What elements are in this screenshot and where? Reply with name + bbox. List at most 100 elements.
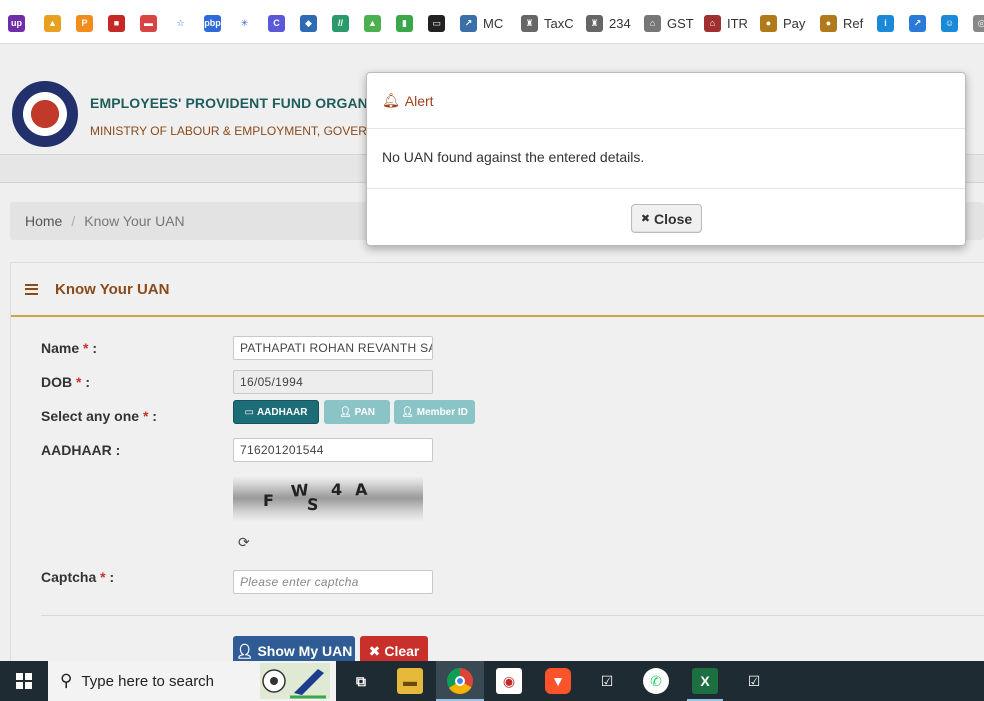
- info-circle-icon: i: [877, 14, 894, 32]
- refresh-captcha-icon[interactable]: ⟳: [238, 534, 250, 551]
- bookmark-emblem-15[interactable]: ♜ TaxC: [521, 13, 574, 33]
- epfo-app-icon[interactable]: ◉: [496, 668, 522, 694]
- menu-icon[interactable]: [25, 283, 38, 295]
- pbp-icon: pbp: [204, 14, 221, 32]
- panel-header: Know Your UAN: [11, 263, 984, 317]
- excel-icon[interactable]: X: [692, 668, 718, 694]
- breadcrumb-home-link[interactable]: Home: [25, 213, 62, 229]
- bookmark-pay-logo-19[interactable]: ● Pay: [760, 13, 805, 33]
- bookmark-triangle-green-11[interactable]: ▲: [364, 13, 381, 33]
- label-colon: :: [85, 374, 91, 390]
- bookmark-p-logo-2[interactable]: P: [76, 13, 93, 33]
- browser-gap: [0, 44, 984, 67]
- bookmark-label: GST: [667, 15, 694, 31]
- task-view-icon[interactable]: ⧉: [348, 668, 374, 694]
- captcha-char: F: [263, 491, 274, 510]
- red-box-icon: ▬: [140, 14, 157, 32]
- itr-logo-icon: ⌂: [704, 14, 721, 32]
- todo-icon[interactable]: ☑: [594, 668, 620, 694]
- bookmark-emblem-16[interactable]: ♜ 234: [586, 13, 631, 33]
- shield-logo-icon: ◆: [300, 14, 317, 32]
- openai-icon: ◎: [973, 14, 984, 32]
- bookmark-bar-chart-12[interactable]: ▮: [396, 13, 413, 33]
- start-button[interactable]: [0, 661, 48, 701]
- label-colon: :: [152, 408, 157, 424]
- bookmark-shield-logo-9[interactable]: ◆: [300, 13, 317, 33]
- clear-button[interactable]: ✖ Clear: [360, 636, 428, 661]
- required-mark: *: [83, 340, 89, 356]
- aadhaar-field[interactable]: 716201201544: [233, 438, 433, 462]
- bookmark-chart-line-22[interactable]: ↗: [909, 13, 926, 33]
- dob-label: DOB * :: [41, 374, 90, 390]
- required-mark: *: [76, 374, 82, 390]
- red-square-icon: ■: [108, 14, 125, 32]
- bell-icon: 🔔︎: [382, 92, 400, 108]
- bookmark-pbp-6[interactable]: pbp: [204, 13, 221, 33]
- bookmark-red-square-3[interactable]: ■: [108, 13, 125, 33]
- windows-logo-icon: [16, 673, 32, 689]
- bookmark-c-logo-8[interactable]: C: [268, 13, 285, 33]
- bookmark-red-box-4[interactable]: ▬: [140, 13, 157, 33]
- captcha-char: S: [306, 494, 320, 515]
- aadhaar-option-button[interactable]: ▭ AADHAAR: [233, 400, 319, 424]
- modal-header: 🔔︎ Alert: [367, 73, 965, 129]
- dob-field[interactable]: 16/05/1994: [233, 370, 433, 394]
- modal-message: No UAN found against the entered details…: [382, 149, 645, 165]
- pay-logo-icon: ●: [760, 14, 777, 32]
- bookmark-label: Ref: [843, 15, 864, 31]
- search-placeholder: Type here to search: [81, 672, 215, 690]
- building-icon: ⌂: [644, 14, 661, 32]
- captcha-label: Captcha * :: [41, 569, 114, 585]
- close-button[interactable]: ✖ Close: [631, 204, 702, 233]
- bookmark-ref-logo-20[interactable]: ● Ref: [820, 13, 863, 33]
- captcha-image: FWS4A: [233, 475, 423, 521]
- bookmark-sparkle-7[interactable]: ✳: [236, 13, 253, 33]
- search-icon: ⚲: [60, 671, 73, 690]
- triangle-logo-icon: ▲: [44, 14, 61, 32]
- user-icon: 👤︎: [338, 406, 352, 418]
- close-icon: ✖: [640, 213, 651, 225]
- captcha-label-text: Captcha: [41, 569, 97, 585]
- bookmark-upwork-0[interactable]: up: [8, 13, 25, 33]
- taskbar-search[interactable]: ⚲ Type here to search: [48, 661, 336, 701]
- brave-icon[interactable]: ▼: [545, 668, 571, 694]
- card-icon: ▭: [428, 14, 445, 32]
- bookmark-itr-logo-18[interactable]: ⌂ ITR: [704, 13, 748, 33]
- show-my-uan-button[interactable]: 👤︎ Show My UAN: [233, 636, 355, 661]
- required-mark: *: [142, 408, 149, 424]
- bookmark-triangle-logo-1[interactable]: ▲: [44, 13, 61, 33]
- whatsapp-icon[interactable]: ✆: [643, 668, 669, 694]
- bookmark-robot-23[interactable]: ☺: [941, 13, 958, 33]
- pan-option-label: PAN: [354, 406, 376, 418]
- org-subtitle: MINISTRY OF LABOUR & EMPLOYMENT, GOVERNM: [90, 124, 386, 138]
- file-explorer-icon[interactable]: ▬: [397, 668, 423, 694]
- captcha-input[interactable]: Please enter captcha: [233, 570, 433, 594]
- chrome-center-icon: [455, 676, 465, 686]
- robot-icon: ☺: [941, 14, 958, 32]
- member-id-option-label: Member ID: [416, 406, 468, 418]
- todo-icon-2[interactable]: ☑: [741, 668, 767, 694]
- name-label-text: Name: [41, 340, 80, 356]
- bookmark-card-13[interactable]: ▭: [428, 13, 445, 33]
- bookmark-mc-chart-14[interactable]: ↗ MC: [460, 13, 503, 33]
- chrome-icon[interactable]: [447, 668, 473, 694]
- bookmark-label: ITR: [727, 15, 748, 31]
- c-logo-icon: C: [268, 14, 285, 32]
- member-id-option-button[interactable]: 👤︎ Member ID: [394, 400, 475, 424]
- name-label: Name * :: [41, 340, 97, 356]
- star-outline-icon: ☆: [176, 17, 185, 28]
- pan-option-button[interactable]: 👤︎ PAN: [324, 400, 390, 424]
- bookmark-info-circle-21[interactable]: i: [877, 13, 894, 33]
- captcha-char: 4: [331, 480, 343, 499]
- breadcrumb-separator: /: [71, 213, 76, 229]
- bookmark-star-outline-5[interactable]: ☆: [172, 13, 189, 33]
- select-any-one-label: Select any one * :: [41, 408, 157, 424]
- bookmark-openai-24[interactable]: ◎: [973, 13, 984, 33]
- bookmark-building-17[interactable]: ⌂ GST: [644, 13, 694, 33]
- know-your-uan-panel: Know Your UAN Name * : PATHAPATI ROHAN R…: [10, 262, 984, 661]
- bookmark-slash-logo-10[interactable]: //: [332, 13, 349, 33]
- required-mark: *: [100, 569, 106, 585]
- name-field[interactable]: PATHAPATI ROHAN REVANTH SA: [233, 336, 433, 360]
- captcha-char: A: [354, 479, 368, 500]
- label-colon: :: [109, 569, 115, 585]
